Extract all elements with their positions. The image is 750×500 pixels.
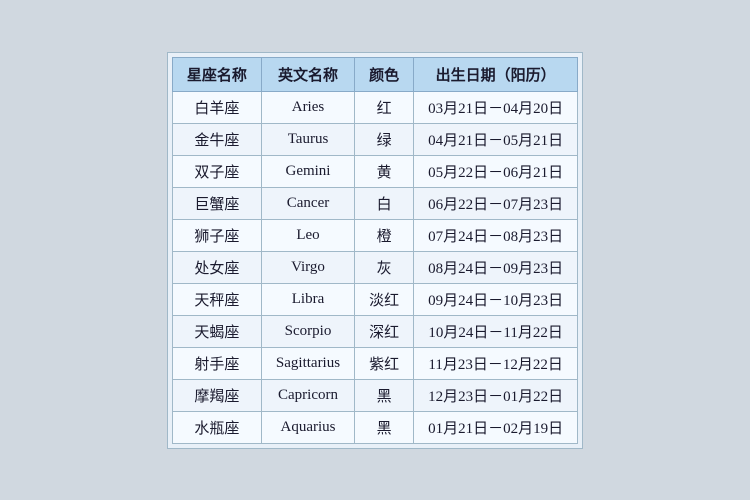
cell-color: 灰 — [355, 251, 414, 283]
header-color: 颜色 — [355, 57, 414, 91]
cell-chinese: 处女座 — [172, 251, 261, 283]
header-dates: 出生日期（阳历） — [414, 57, 578, 91]
zodiac-table: 星座名称 英文名称 颜色 出生日期（阳历） 白羊座Aries红03月21日－04… — [172, 57, 578, 444]
cell-color: 黄 — [355, 155, 414, 187]
cell-english: Gemini — [261, 155, 354, 187]
cell-dates: 11月23日－12月22日 — [414, 347, 578, 379]
table-row: 射手座Sagittarius紫红11月23日－12月22日 — [172, 347, 577, 379]
cell-english: Sagittarius — [261, 347, 354, 379]
cell-chinese: 水瓶座 — [172, 411, 261, 443]
cell-color: 黑 — [355, 411, 414, 443]
cell-chinese: 天蝎座 — [172, 315, 261, 347]
cell-chinese: 巨蟹座 — [172, 187, 261, 219]
table-row: 巨蟹座Cancer白06月22日－07月23日 — [172, 187, 577, 219]
cell-dates: 12月23日－01月22日 — [414, 379, 578, 411]
cell-dates: 05月22日－06月21日 — [414, 155, 578, 187]
cell-color: 深红 — [355, 315, 414, 347]
cell-color: 紫红 — [355, 347, 414, 379]
cell-color: 红 — [355, 91, 414, 123]
table-row: 摩羯座Capricorn黑12月23日－01月22日 — [172, 379, 577, 411]
cell-dates: 04月21日－05月21日 — [414, 123, 578, 155]
table-row: 双子座Gemini黄05月22日－06月21日 — [172, 155, 577, 187]
cell-english: Aries — [261, 91, 354, 123]
cell-english: Aquarius — [261, 411, 354, 443]
table-row: 处女座Virgo灰08月24日－09月23日 — [172, 251, 577, 283]
cell-english: Virgo — [261, 251, 354, 283]
cell-chinese: 白羊座 — [172, 91, 261, 123]
cell-dates: 08月24日－09月23日 — [414, 251, 578, 283]
table-row: 天蝎座Scorpio深红10月24日－11月22日 — [172, 315, 577, 347]
cell-color: 橙 — [355, 219, 414, 251]
table-row: 天秤座Libra淡红09月24日－10月23日 — [172, 283, 577, 315]
table-body: 白羊座Aries红03月21日－04月20日金牛座Taurus绿04月21日－0… — [172, 91, 577, 443]
cell-chinese: 双子座 — [172, 155, 261, 187]
zodiac-table-container: 星座名称 英文名称 颜色 出生日期（阳历） 白羊座Aries红03月21日－04… — [167, 52, 583, 449]
cell-color: 白 — [355, 187, 414, 219]
cell-english: Scorpio — [261, 315, 354, 347]
cell-english: Cancer — [261, 187, 354, 219]
table-row: 金牛座Taurus绿04月21日－05月21日 — [172, 123, 577, 155]
cell-dates: 06月22日－07月23日 — [414, 187, 578, 219]
cell-english: Leo — [261, 219, 354, 251]
cell-dates: 07月24日－08月23日 — [414, 219, 578, 251]
cell-dates: 09月24日－10月23日 — [414, 283, 578, 315]
table-row: 狮子座Leo橙07月24日－08月23日 — [172, 219, 577, 251]
table-row: 白羊座Aries红03月21日－04月20日 — [172, 91, 577, 123]
cell-chinese: 狮子座 — [172, 219, 261, 251]
cell-chinese: 射手座 — [172, 347, 261, 379]
cell-english: Libra — [261, 283, 354, 315]
cell-dates: 03月21日－04月20日 — [414, 91, 578, 123]
table-header-row: 星座名称 英文名称 颜色 出生日期（阳历） — [172, 57, 577, 91]
cell-color: 淡红 — [355, 283, 414, 315]
cell-chinese: 摩羯座 — [172, 379, 261, 411]
cell-dates: 01月21日－02月19日 — [414, 411, 578, 443]
cell-color: 绿 — [355, 123, 414, 155]
cell-dates: 10月24日－11月22日 — [414, 315, 578, 347]
cell-english: Taurus — [261, 123, 354, 155]
cell-chinese: 天秤座 — [172, 283, 261, 315]
cell-color: 黑 — [355, 379, 414, 411]
cell-chinese: 金牛座 — [172, 123, 261, 155]
cell-english: Capricorn — [261, 379, 354, 411]
header-chinese-name: 星座名称 — [172, 57, 261, 91]
header-english-name: 英文名称 — [261, 57, 354, 91]
table-row: 水瓶座Aquarius黑01月21日－02月19日 — [172, 411, 577, 443]
